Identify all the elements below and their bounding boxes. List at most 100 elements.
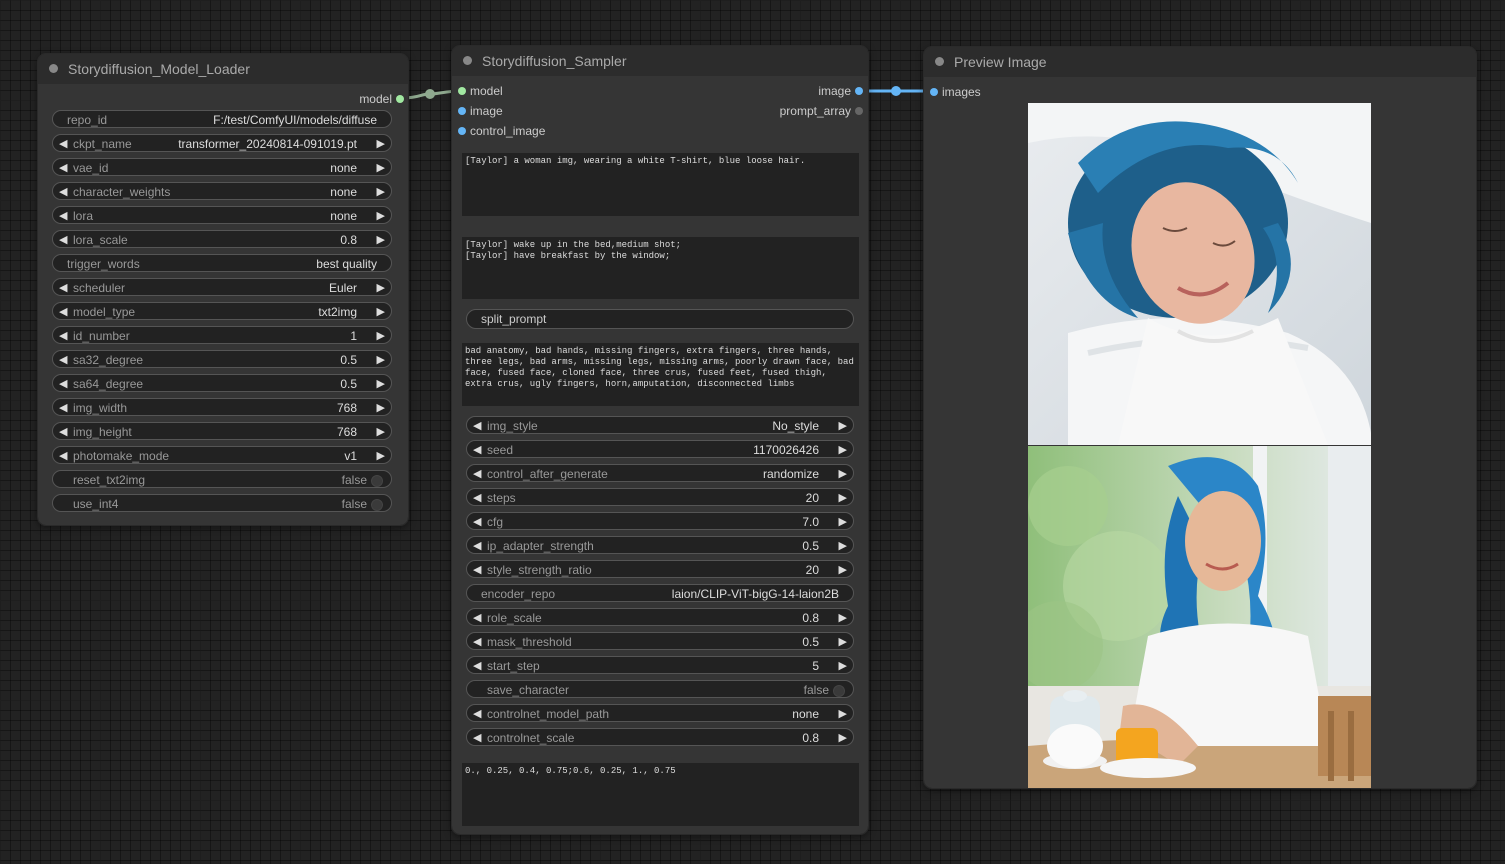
increment-arrow-icon[interactable]: ▶ — [377, 135, 385, 153]
seed-widget[interactable]: ◀ seed 1170026426 ▶ — [466, 440, 854, 458]
decrement-arrow-icon[interactable]: ◀ — [473, 561, 481, 579]
decrement-arrow-icon[interactable]: ◀ — [473, 441, 481, 459]
increment-arrow-icon[interactable]: ▶ — [839, 417, 847, 435]
increment-arrow-icon[interactable]: ▶ — [377, 279, 385, 297]
decrement-arrow-icon[interactable]: ◀ — [59, 423, 67, 441]
id-number-widget[interactable]: ◀ id_number 1 ▶ — [52, 326, 392, 344]
increment-arrow-icon[interactable]: ▶ — [839, 513, 847, 531]
increment-arrow-icon[interactable]: ▶ — [377, 231, 385, 249]
scene-prompts-textarea[interactable]: [Taylor] wake up in the bed,medium shot;… — [462, 237, 859, 299]
decrement-arrow-icon[interactable]: ◀ — [59, 207, 67, 225]
increment-arrow-icon[interactable]: ▶ — [839, 729, 847, 747]
increment-arrow-icon[interactable]: ▶ — [839, 561, 847, 579]
toggle-knob-icon[interactable] — [371, 499, 383, 511]
decrement-arrow-icon[interactable]: ◀ — [473, 465, 481, 483]
input-slot-control-image[interactable]: control_image — [458, 123, 545, 139]
ckpt-name-widget[interactable]: ◀ ckpt_name transformer_20240814-091019.pt… — [52, 134, 392, 152]
increment-arrow-icon[interactable]: ▶ — [377, 159, 385, 177]
output-slot-prompt-array[interactable]: prompt_array — [780, 103, 863, 119]
style-strength-ratio-widget[interactable]: ◀ style_strength_ratio 20 ▶ — [466, 560, 854, 578]
decrement-arrow-icon[interactable]: ◀ — [59, 303, 67, 321]
input-slot-model[interactable]: model — [458, 83, 503, 99]
collapse-dot-icon[interactable] — [935, 57, 944, 66]
decrement-arrow-icon[interactable]: ◀ — [59, 399, 67, 417]
decrement-arrow-icon[interactable]: ◀ — [59, 375, 67, 393]
model-input-dot-icon[interactable] — [458, 87, 466, 95]
model-output-dot-icon[interactable] — [396, 95, 404, 103]
preview-title[interactable]: Preview Image — [924, 47, 1476, 77]
toggle-knob-icon[interactable] — [833, 685, 845, 697]
preview-image-node[interactable]: Preview Image images — [923, 46, 1477, 789]
increment-arrow-icon[interactable]: ▶ — [839, 489, 847, 507]
lora-widget[interactable]: ◀ lora none ▶ — [52, 206, 392, 224]
sa32-degree-widget[interactable]: ◀ sa32_degree 0.5 ▶ — [52, 350, 392, 368]
img-height-widget[interactable]: ◀ img_height 768 ▶ — [52, 422, 392, 440]
vae-id-widget[interactable]: ◀ vae_id none ▶ — [52, 158, 392, 176]
scheduler-widget[interactable]: ◀ scheduler Euler ▶ — [52, 278, 392, 296]
save-character-widget[interactable]: save_character false — [466, 680, 854, 698]
sampler-title[interactable]: Storydiffusion_Sampler — [452, 46, 868, 76]
toggle-knob-icon[interactable] — [371, 475, 383, 487]
role-scale-widget[interactable]: ◀ role_scale 0.8 ▶ — [466, 608, 854, 626]
negative-prompt-textarea[interactable]: bad anatomy, bad hands, missing fingers,… — [462, 343, 859, 406]
decrement-arrow-icon[interactable]: ◀ — [473, 537, 481, 555]
photomake-mode-widget[interactable]: ◀ photomake_mode v1 ▶ — [52, 446, 392, 464]
control-after-generate-widget[interactable]: ◀ control_after_generate randomize ▶ — [466, 464, 854, 482]
decrement-arrow-icon[interactable]: ◀ — [473, 513, 481, 531]
decrement-arrow-icon[interactable]: ◀ — [473, 633, 481, 651]
trigger-words-widget[interactable]: trigger_words best quality — [52, 254, 392, 272]
increment-arrow-icon[interactable]: ▶ — [839, 705, 847, 723]
lora-scale-widget[interactable]: ◀ lora_scale 0.8 ▶ — [52, 230, 392, 248]
character-weights-widget[interactable]: ◀ character_weights none ▶ — [52, 182, 392, 200]
decrement-arrow-icon[interactable]: ◀ — [59, 135, 67, 153]
decrement-arrow-icon[interactable]: ◀ — [59, 279, 67, 297]
increment-arrow-icon[interactable]: ▶ — [839, 609, 847, 627]
output-slot-image[interactable]: image — [818, 83, 863, 99]
decrement-arrow-icon[interactable]: ◀ — [473, 657, 481, 675]
sa64-degree-widget[interactable]: ◀ sa64_degree 0.5 ▶ — [52, 374, 392, 392]
preview-image-1[interactable] — [1028, 103, 1371, 445]
decrement-arrow-icon[interactable]: ◀ — [473, 729, 481, 747]
repo-id-widget[interactable]: repo_id F:/test/ComfyUI/models/diffuse — [52, 110, 392, 128]
model-type-widget[interactable]: ◀ model_type txt2img ▶ — [52, 302, 392, 320]
increment-arrow-icon[interactable]: ▶ — [839, 657, 847, 675]
decrement-arrow-icon[interactable]: ◀ — [59, 351, 67, 369]
encoder-repo-widget[interactable]: encoder_repo laion/CLIP-ViT-bigG-14-laion… — [466, 584, 854, 602]
prompt-array-output-dot-icon[interactable] — [855, 107, 863, 115]
decrement-arrow-icon[interactable]: ◀ — [473, 489, 481, 507]
preview-image-2[interactable] — [1028, 446, 1371, 788]
increment-arrow-icon[interactable]: ▶ — [377, 183, 385, 201]
collapse-dot-icon[interactable] — [49, 64, 58, 73]
increment-arrow-icon[interactable]: ▶ — [839, 441, 847, 459]
increment-arrow-icon[interactable]: ▶ — [377, 375, 385, 393]
increment-arrow-icon[interactable]: ▶ — [839, 465, 847, 483]
model-loader-node[interactable]: Storydiffusion_Model_Loader model repo_i… — [37, 53, 409, 526]
decrement-arrow-icon[interactable]: ◀ — [59, 159, 67, 177]
decrement-arrow-icon[interactable]: ◀ — [59, 327, 67, 345]
sampler-node[interactable]: Storydiffusion_Sampler model image contr… — [451, 45, 869, 835]
image-input-dot-icon[interactable] — [458, 107, 466, 115]
img-width-widget[interactable]: ◀ img_width 768 ▶ — [52, 398, 392, 416]
decrement-arrow-icon[interactable]: ◀ — [59, 183, 67, 201]
image-output-dot-icon[interactable] — [855, 87, 863, 95]
split-prompt-button[interactable]: split_prompt — [466, 309, 854, 329]
increment-arrow-icon[interactable]: ▶ — [839, 633, 847, 651]
increment-arrow-icon[interactable]: ▶ — [377, 351, 385, 369]
decrement-arrow-icon[interactable]: ◀ — [473, 609, 481, 627]
increment-arrow-icon[interactable]: ▶ — [377, 303, 385, 321]
mask-threshold-widget[interactable]: ◀ mask_threshold 0.5 ▶ — [466, 632, 854, 650]
decrement-arrow-icon[interactable]: ◀ — [473, 705, 481, 723]
control-image-input-dot-icon[interactable] — [458, 127, 466, 135]
collapse-dot-icon[interactable] — [463, 56, 472, 65]
controlnet-scale-widget[interactable]: ◀ controlnet_scale 0.8 ▶ — [466, 728, 854, 746]
increment-arrow-icon[interactable]: ▶ — [377, 399, 385, 417]
controlnet-model-path-widget[interactable]: ◀ controlnet_model_path none ▶ — [466, 704, 854, 722]
increment-arrow-icon[interactable]: ▶ — [377, 447, 385, 465]
input-slot-image[interactable]: image — [458, 103, 503, 119]
ip-adapter-strength-widget[interactable]: ◀ ip_adapter_strength 0.5 ▶ — [466, 536, 854, 554]
decrement-arrow-icon[interactable]: ◀ — [473, 417, 481, 435]
increment-arrow-icon[interactable]: ▶ — [377, 207, 385, 225]
img-style-widget[interactable]: ◀ img_style No_style ▶ — [466, 416, 854, 434]
input-slot-images[interactable]: images — [930, 84, 981, 100]
reset-txt2img-widget[interactable]: reset_txt2img false — [52, 470, 392, 488]
